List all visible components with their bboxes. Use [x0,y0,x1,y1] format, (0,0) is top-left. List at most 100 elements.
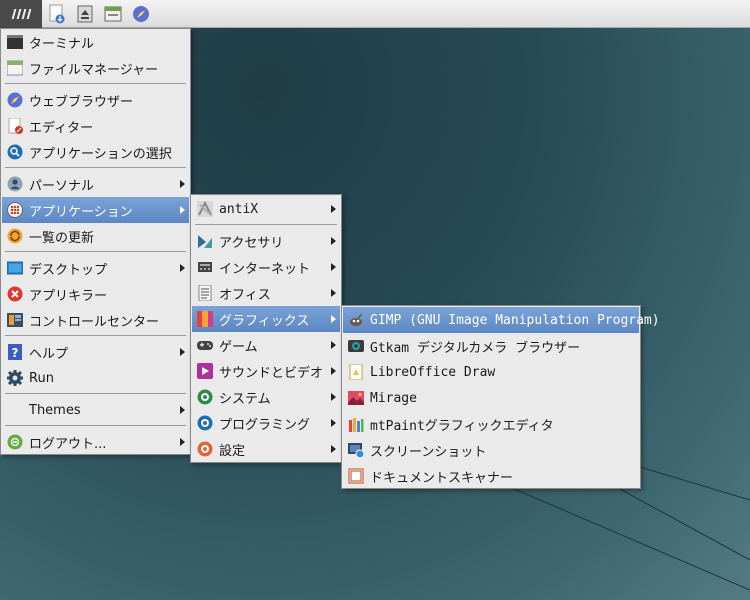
menu-item-label: 設定 [219,443,246,459]
menu-item-label: mtPaintグラフィックエディタ [370,418,554,434]
submenu-arrow-icon [180,438,185,446]
menu-item-label: ターミナル [29,36,95,52]
menu-item-label: プログラミング [219,417,311,433]
menu-item-label: アプリケーション [29,204,133,220]
menu-item-file-manager[interactable]: ファイルマネージャー [2,55,189,81]
kill-icon [6,285,24,303]
menu-item-run[interactable]: Run [2,365,189,391]
menu-item-label: デスクトップ [29,262,108,278]
menu-item-label: コントロールセンター [29,314,160,330]
menu-item-app-finder[interactable]: アプリケーションの選択 [2,139,189,165]
graphics-item-libreoffice-draw[interactable]: LibreOffice Draw [343,359,639,385]
submenu-arrow-icon [180,348,185,356]
logout-icon [6,433,24,451]
menu-item-terminal[interactable]: ターミナル [2,29,189,55]
menu-item-label: antiX [219,201,259,217]
submenu-arrow-icon [331,289,336,297]
menu-item-desktop[interactable]: デスクトップ [2,255,189,281]
menu-item-app-killer[interactable]: アプリキラー [2,281,189,307]
accessories-icon [196,232,214,250]
browser-icon [133,6,149,22]
file-manager-icon [6,59,24,77]
menu-icon [11,9,31,19]
submenu-item-internet[interactable]: インターネット [192,254,340,280]
menu-separator [5,425,186,426]
image-viewer-icon [347,389,365,407]
refresh-icon [6,227,24,245]
menu-item-logout[interactable]: ログアウト... [2,429,189,455]
menu-item-applications[interactable]: アプリケーション [2,197,189,223]
menu-item-label: スクリーンショット [370,444,487,460]
graphics-item-document-scanner[interactable]: ドキュメントスキャナー [343,463,639,489]
submenu-item-settings[interactable]: 設定 [192,436,340,462]
menu-item-control-center[interactable]: コントロールセンター [2,307,189,333]
menu-item-help[interactable]: ? ヘルプ [2,339,189,365]
menu-item-label: Gtkam デジタルカメラ ブラウザー [370,340,581,356]
submenu-item-accessories[interactable]: アクセサリ [192,228,340,254]
menu-item-label: アプリキラー [29,288,108,304]
submenu-arrow-icon [180,406,185,414]
file-manager-icon [49,4,65,24]
menu-item-label: ウェブブラウザー [29,94,134,110]
submenu-arrow-icon [331,419,336,427]
paint-icon [347,415,365,433]
taskbar [0,0,750,28]
help-icon: ? [6,343,24,361]
main-menu: ターミナル ファイルマネージャー ウェブブラウザー エディター アプリケーション… [0,28,191,455]
menu-item-web-browser[interactable]: ウェブブラウザー [2,87,189,113]
submenu-item-games[interactable]: ゲーム [192,332,340,358]
taskbar-eject-button[interactable] [72,2,98,26]
menu-item-label: LibreOffice Draw [370,364,496,380]
submenu-arrow-icon [331,341,336,349]
applications-submenu: antiX アクセサリ インターネット オフィス グラフィックス ゲーム サウン… [190,194,342,463]
antix-icon [196,200,214,218]
submenu-item-sound-video[interactable]: サウンドとビデオ [192,358,340,384]
taskbar-file-manager-button-2[interactable] [100,2,126,26]
submenu-arrow-icon [180,206,185,214]
taskbar-browser-button[interactable] [128,2,154,26]
camera-icon [347,337,365,355]
graphics-item-mtpaint[interactable]: mtPaintグラフィックエディタ [343,411,639,437]
submenu-arrow-icon [180,180,185,188]
submenu-item-office[interactable]: オフィス [192,280,340,306]
submenu-arrow-icon [180,264,185,272]
menu-item-label: Themes [29,402,81,418]
multimedia-icon [196,362,214,380]
eject-icon [77,5,93,23]
app-finder-icon [6,143,24,161]
submenu-arrow-icon [331,393,336,401]
submenu-item-antix[interactable]: antiX [192,196,340,222]
taskbar-file-manager-button[interactable] [44,2,70,26]
menu-item-editor[interactable]: エディター [2,113,189,139]
menu-item-label: インターネット [219,261,311,277]
start-menu-button[interactable] [0,0,42,28]
menu-item-label: パーソナル [29,178,95,194]
menu-item-refresh[interactable]: 一覧の更新 [2,223,189,249]
menu-item-label: 一覧の更新 [29,230,95,246]
menu-item-label: システム [219,391,271,407]
menu-item-label: ドキュメントスキャナー [370,470,514,486]
graphics-item-gtkam[interactable]: Gtkam デジタルカメラ ブラウザー [343,333,639,359]
submenu-arrow-icon [331,205,336,213]
gimp-icon [347,311,365,329]
menu-item-label: ログアウト... [29,436,107,452]
editor-icon [6,117,24,135]
menu-separator [5,83,186,84]
submenu-arrow-icon [331,237,336,245]
graphics-item-gimp[interactable]: GIMP (GNU Image Manipulation Program) [343,307,660,333]
menu-separator [5,335,186,336]
svg-text:?: ? [12,346,19,360]
menu-separator [5,167,186,168]
submenu-item-programming[interactable]: プログラミング [192,410,340,436]
submenu-item-graphics[interactable]: グラフィックス [192,306,340,332]
submenu-arrow-icon [331,445,336,453]
graphics-item-screenshot[interactable]: スクリーンショット [343,437,639,463]
menu-item-themes[interactable]: Themes [2,397,189,423]
terminal-icon [6,33,24,51]
menu-item-label: GIMP (GNU Image Manipulation Program) [370,312,660,328]
submenu-arrow-icon [331,367,336,375]
graphics-item-mirage[interactable]: Mirage [343,385,639,411]
submenu-arrow-icon [331,263,336,271]
submenu-item-system[interactable]: システム [192,384,340,410]
menu-item-personal[interactable]: パーソナル [2,171,189,197]
